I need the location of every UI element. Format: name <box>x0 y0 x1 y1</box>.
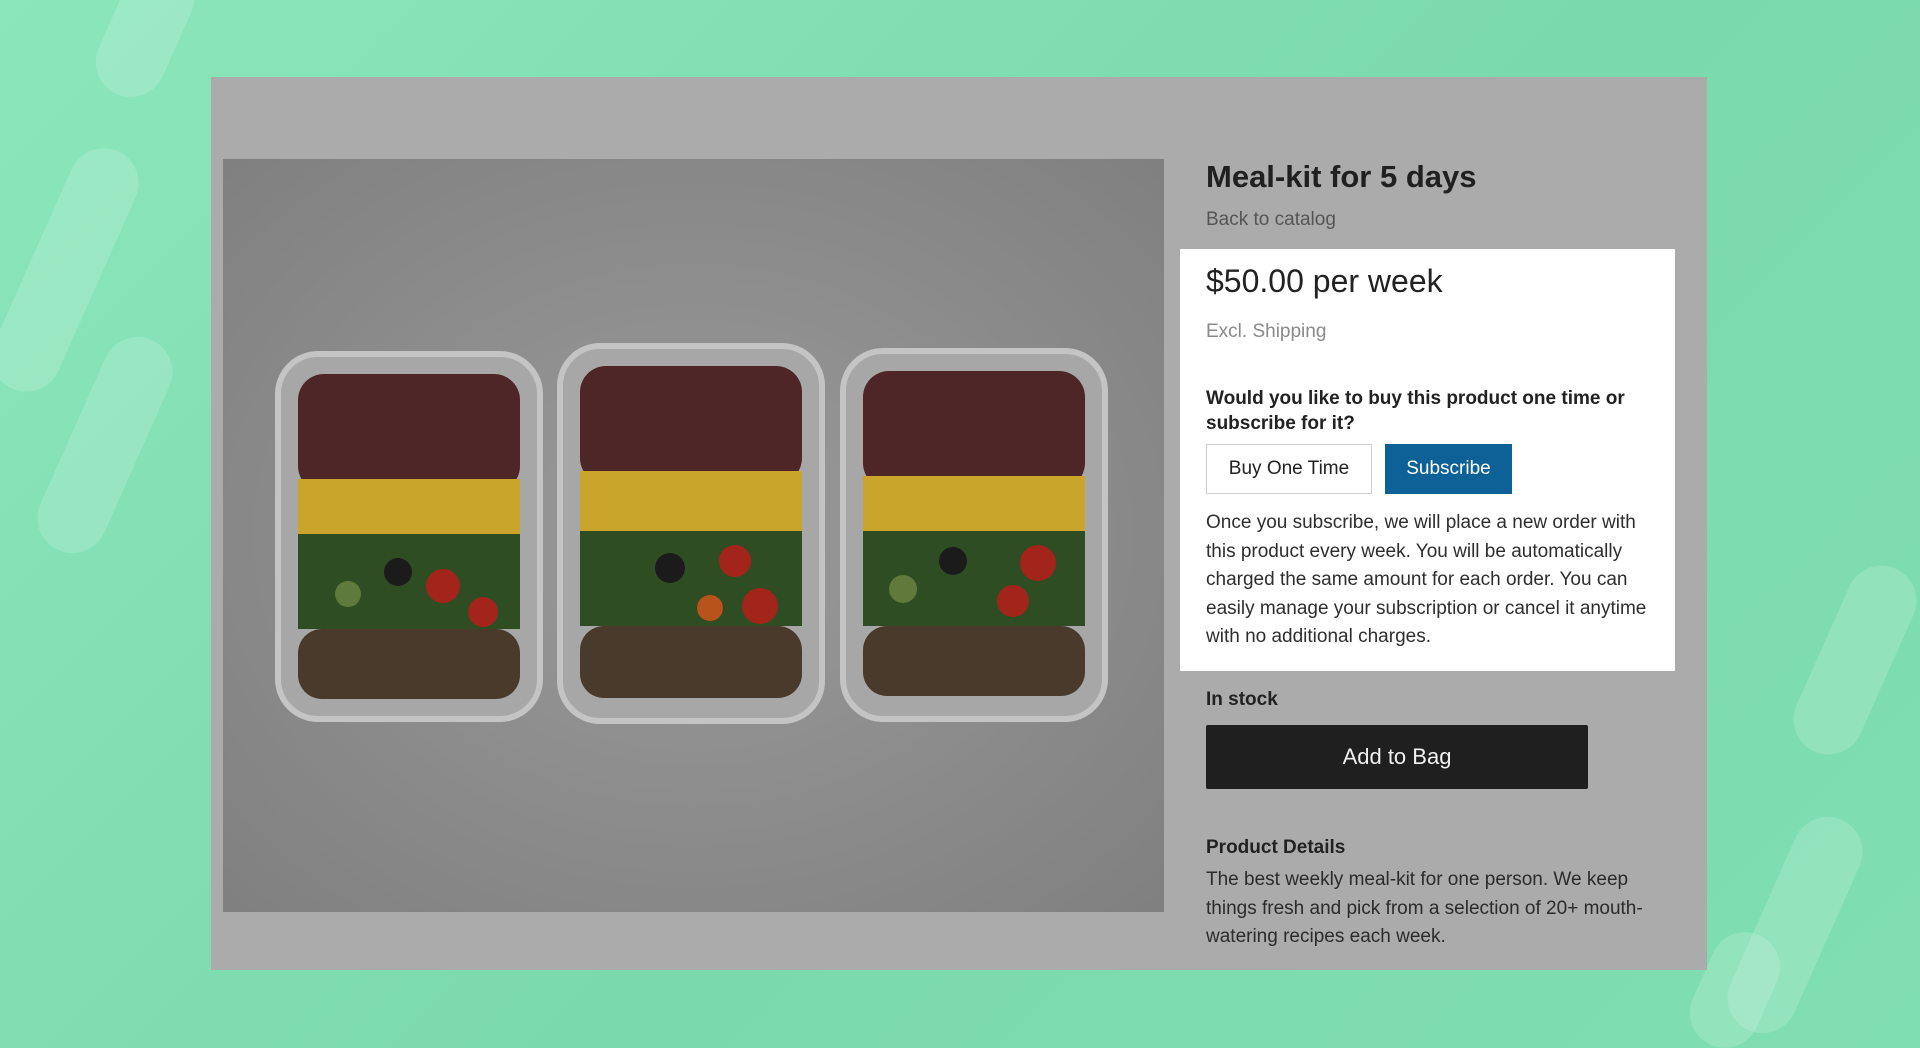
purchase-type-question: Would you like to buy this product one t… <box>1206 388 1625 434</box>
meal-prep-containers-image <box>223 159 1164 912</box>
product-image <box>223 159 1164 912</box>
product-title: Meal-kit for 5 days <box>1206 159 1477 194</box>
decorative-streak <box>84 0 206 109</box>
subscription-explainer: Once you subscribe, we will place a new … <box>1206 512 1647 647</box>
shipping-note: Excl. Shipping <box>1206 321 1327 342</box>
purchase-options-card: $50.00 per week Excl. Shipping Would you… <box>1180 249 1675 671</box>
add-to-bag-button[interactable]: Add to Bag <box>1206 725 1588 789</box>
product-info-column: Meal-kit for 5 days Back to catalog $50.… <box>1180 77 1686 970</box>
product-details-heading: Product Details <box>1206 837 1346 858</box>
decorative-streak <box>1782 554 1920 766</box>
product-details-text: The best weekly meal-kit for one person.… <box>1206 869 1643 947</box>
buy-one-time-button[interactable]: Buy One Time <box>1206 444 1372 494</box>
product-page-panel: Meal-kit for 5 days Back to catalog $50.… <box>211 77 1707 970</box>
stock-status: In stock <box>1206 689 1278 710</box>
back-to-catalog-link[interactable]: Back to catalog <box>1206 209 1336 231</box>
subscribe-button[interactable]: Subscribe <box>1385 444 1512 494</box>
product-price: $50.00 per week <box>1206 263 1443 299</box>
